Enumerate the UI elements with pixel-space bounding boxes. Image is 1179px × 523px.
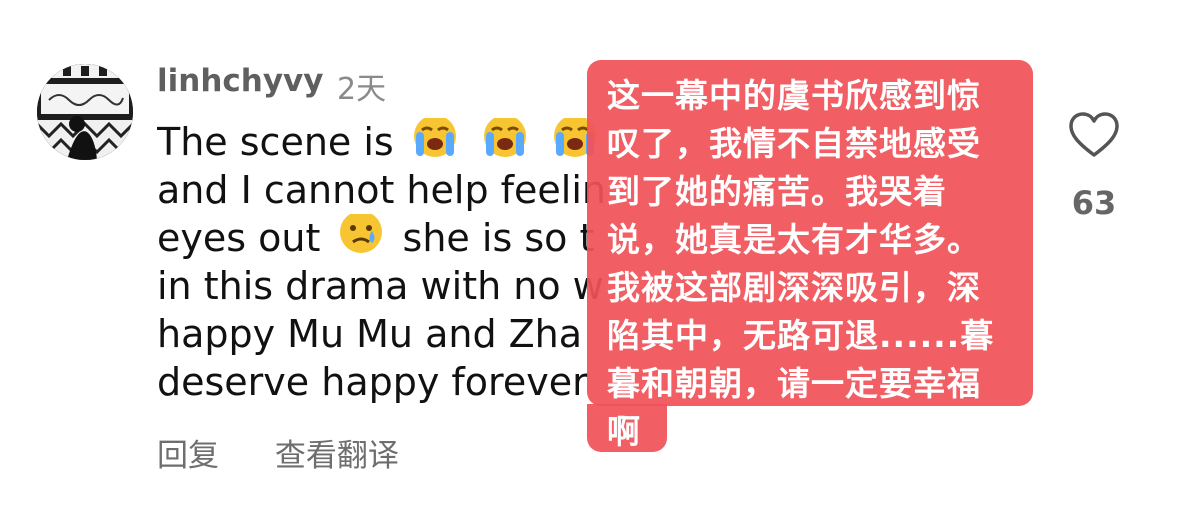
translation-line: 暮和朝朝，请一定要幸福 [607, 364, 981, 403]
comment-timestamp: 2天 [337, 72, 387, 107]
comment-actions: 回复 查看翻译 [157, 430, 399, 475]
translation-line: 叹了，我情不自禁地感受 [607, 124, 981, 163]
crying-face-icon [332, 214, 390, 262]
view-translation-button[interactable]: 查看翻译 [275, 438, 399, 474]
avatar[interactable] [37, 64, 133, 160]
loudly-crying-face-icon [406, 118, 464, 166]
translation-line: 到了她的痛苦。我哭着 [607, 172, 947, 211]
translation-line: 说，她真是太有才华多。 [607, 220, 981, 259]
reply-button[interactable]: 回复 [157, 438, 219, 474]
username[interactable]: linhchyvy [157, 63, 323, 99]
loudly-crying-face-icon [476, 118, 534, 166]
avatar-image [37, 64, 133, 160]
translation-text: 这一幕中的虞书欣感到惊 叹了，我情不自禁地感受 到了她的痛苦。我哭着 说，她真是… [607, 72, 1027, 456]
like-count: 63 [1071, 184, 1117, 222]
translation-line: 我被这部剧深深吸引，深 [607, 268, 981, 307]
translation-line: 这一幕中的虞书欣感到惊 [607, 76, 981, 115]
heart-icon[interactable] [1068, 110, 1120, 162]
translation-line: 陷其中，无路可退......暮 [607, 316, 995, 355]
translation-line: 啊 [607, 412, 641, 451]
